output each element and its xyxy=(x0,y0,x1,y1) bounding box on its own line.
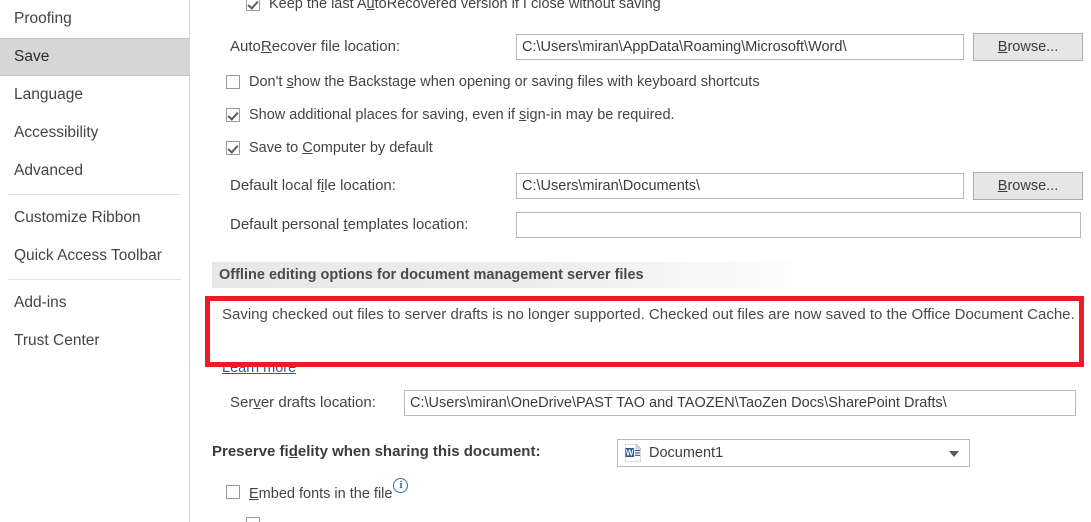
dont-show-backstage-checkbox[interactable] xyxy=(226,75,240,89)
default-templates-label-wrap: Default personal templates location: xyxy=(230,216,468,233)
default-local-file-browse-button[interactable]: Browse... xyxy=(973,172,1083,200)
sidebar-item-customize-ribbon[interactable]: Customize Ribbon xyxy=(0,199,189,237)
chevron-down-icon[interactable] xyxy=(949,451,959,457)
sidebar-item-label: Trust Center xyxy=(14,332,100,349)
preserve-fidelity-label-wrap: Preserve fidelity when sharing this docu… xyxy=(212,443,540,460)
default-local-file-value: C:\Users\miran\Documents\ xyxy=(522,178,701,194)
server-drafts-location-input[interactable]: C:\Users\miran\OneDrive\PAST TAO and TAO… xyxy=(404,390,1076,416)
default-local-file-label-wrap: Default local file location: xyxy=(230,177,396,194)
browse-label: rowse... xyxy=(1007,178,1059,194)
embed-fonts-suboption-label xyxy=(269,516,273,522)
sidebar-item-save[interactable]: Save xyxy=(0,38,189,76)
sidebar-item-quick-access-toolbar[interactable]: Quick Access Toolbar xyxy=(0,237,189,275)
preserve-fidelity-selected-document: Document1 xyxy=(649,445,724,461)
default-templates-input[interactable] xyxy=(516,212,1081,238)
sidebar-item-label: Save xyxy=(14,48,50,65)
dont-show-backstage-label: Don't show the Backstage when opening or… xyxy=(249,74,760,90)
autorecover-location-input[interactable]: C:\Users\miran\AppData\Roaming\Microsoft… xyxy=(516,34,964,60)
sidebar-item-trust-center[interactable]: Trust Center xyxy=(0,322,189,360)
sidebar-item-advanced[interactable]: Advanced xyxy=(0,152,189,190)
sidebar-item-label: Advanced xyxy=(14,162,83,179)
sidebar-divider xyxy=(8,279,181,280)
sidebar-item-accessibility[interactable]: Accessibility xyxy=(0,114,189,152)
show-additional-places-checkbox[interactable] xyxy=(226,108,240,122)
server-drafts-location-label: Server drafts location: xyxy=(230,394,376,411)
save-to-computer-row[interactable]: Save to Computer by default xyxy=(226,140,433,156)
red-annotation-box xyxy=(205,296,1084,367)
sidebar-item-label: Customize Ribbon xyxy=(14,209,141,226)
autorecover-location-value: C:\Users\miran\AppData\Roaming\Microsoft… xyxy=(522,39,847,55)
server-drafts-location-value: C:\Users\miran\OneDrive\PAST TAO and TAO… xyxy=(410,395,947,411)
embed-fonts-checkbox[interactable] xyxy=(226,484,240,499)
svg-text:W: W xyxy=(626,449,634,458)
preserve-fidelity-label: Preserve fidelity when sharing this docu… xyxy=(212,443,541,460)
sidebar-item-label: Accessibility xyxy=(14,124,99,141)
save-to-computer-checkbox[interactable] xyxy=(226,141,240,155)
browse-accel: B xyxy=(997,178,1008,194)
keep-autorecovered-checkbox[interactable] xyxy=(246,0,260,11)
preserve-fidelity-document-dropdown[interactable]: W Document1 xyxy=(617,439,970,467)
offline-editing-section-header: Offline editing options for document man… xyxy=(212,262,792,288)
word-document-icon: W xyxy=(624,443,642,463)
browse-accel: B xyxy=(997,39,1008,55)
server-drafts-label-wrap: Server drafts location: xyxy=(230,394,376,411)
sidebar-item-proofing[interactable]: Proofing xyxy=(0,0,189,38)
show-additional-places-row[interactable]: Show additional places for saving, even … xyxy=(226,107,675,123)
keep-autorecovered-row[interactable]: Keep the last AutoRecovered version if I… xyxy=(246,0,661,12)
autorecover-location-label-wrap: AutoRecover file location: xyxy=(230,38,400,55)
embed-fonts-row[interactable]: Embed fonts in the filei xyxy=(226,478,409,502)
sidebar-item-add-ins[interactable]: Add-ins xyxy=(0,284,189,322)
show-additional-places-label: Show additional places for saving, even … xyxy=(249,107,675,123)
sidebar-item-label: Add-ins xyxy=(14,294,67,311)
info-icon[interactable]: i xyxy=(393,478,409,493)
embed-fonts-suboption-checkbox[interactable] xyxy=(246,517,260,522)
sidebar-item-label: Proofing xyxy=(14,10,72,27)
dont-show-backstage-row[interactable]: Don't show the Backstage when opening or… xyxy=(226,74,760,90)
autorecover-location-label: AutoRecover file location: xyxy=(230,38,401,55)
sidebar-divider xyxy=(8,194,181,195)
embed-fonts-label: Embed fonts in the filei xyxy=(249,478,409,502)
sidebar-item-label: Quick Access Toolbar xyxy=(14,247,162,264)
default-local-file-label: Default local file location: xyxy=(230,177,396,194)
keep-autorecovered-label: Keep the last AutoRecovered version if I… xyxy=(269,0,661,12)
sidebar-item-label: Language xyxy=(14,86,83,103)
sidebar-item-language[interactable]: Language xyxy=(0,76,189,114)
default-local-file-input[interactable]: C:\Users\miran\Documents\ xyxy=(516,173,964,199)
default-templates-label: Default personal templates location: xyxy=(230,216,469,233)
options-category-sidebar: Proofing Save Language Accessibility Adv… xyxy=(0,0,190,522)
save-options-content: Keep the last AutoRecovered version if I… xyxy=(190,0,1091,522)
word-options-save-pane: Proofing Save Language Accessibility Adv… xyxy=(0,0,1091,522)
embed-fonts-suboption-clipped xyxy=(246,516,946,522)
save-to-computer-label: Save to Computer by default xyxy=(249,140,433,156)
browse-label: rowse... xyxy=(1007,39,1059,55)
autorecover-browse-button[interactable]: Browse... xyxy=(973,33,1083,61)
offline-editing-section-title: Offline editing options for document man… xyxy=(219,267,644,283)
